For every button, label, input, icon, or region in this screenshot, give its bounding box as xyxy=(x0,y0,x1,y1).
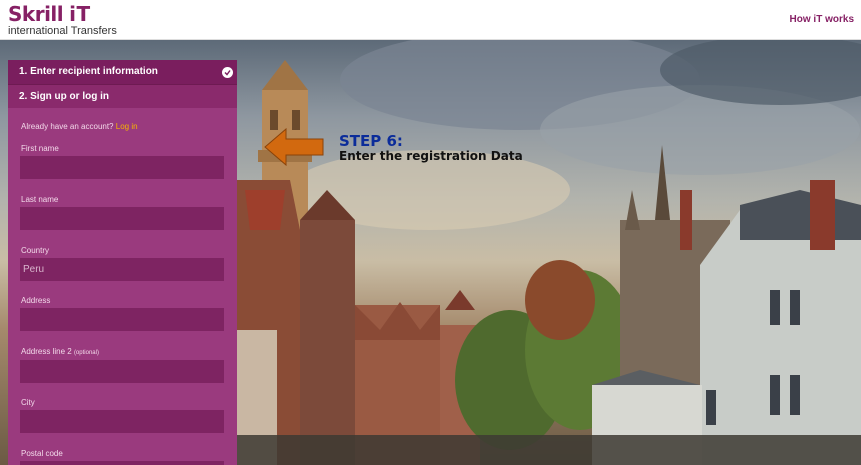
last-name-label: Last name xyxy=(21,195,59,204)
postal-code-label: Postal code xyxy=(21,449,63,458)
registration-panel: 1. Enter recipient information 2. Sign u… xyxy=(8,60,237,465)
logo-wordmark: Skrill iT xyxy=(8,3,91,25)
step-2-label: 2. Sign up or log in xyxy=(19,91,109,102)
address-label: Address xyxy=(21,296,51,305)
skrill-logo[interactable]: Skrill iT international Transfers xyxy=(7,3,117,39)
postal-code-field[interactable] xyxy=(20,461,224,465)
logo-brand: Skrill xyxy=(8,2,64,26)
first-name-label: First name xyxy=(21,144,59,153)
country-select[interactable]: Peru xyxy=(20,258,224,281)
city-field[interactable] xyxy=(20,410,224,433)
address-line-2-label-text: Address line 2 xyxy=(21,347,72,356)
first-name-field[interactable] xyxy=(20,156,224,179)
left-arrow-icon xyxy=(264,128,324,166)
address-line-2-field[interactable] xyxy=(20,360,224,383)
check-circle-icon xyxy=(222,67,233,78)
address-field[interactable] xyxy=(20,308,224,331)
how-it-works-link[interactable]: How iT works xyxy=(790,14,854,25)
step-signup-login[interactable]: 2. Sign up or log in xyxy=(8,84,237,108)
login-link[interactable]: Log in xyxy=(116,122,138,131)
logo-subtitle: international Transfers xyxy=(8,25,117,37)
callout-step-title: STEP 6: xyxy=(339,132,403,150)
last-name-field[interactable] xyxy=(20,207,224,230)
city-label: City xyxy=(21,398,35,407)
country-label: Country xyxy=(21,246,50,255)
top-header: Skrill iT international Transfers How iT … xyxy=(0,0,861,40)
step-recipient-info[interactable]: 1. Enter recipient information xyxy=(8,60,237,84)
optional-hint: (optional) xyxy=(73,350,99,356)
address-line-2-label: Address line 2 (optional) xyxy=(21,347,99,356)
step-1-label: 1. Enter recipient information xyxy=(19,66,158,77)
account-prompt-text: Already have an account? xyxy=(21,122,114,131)
account-prompt: Already have an account? Log in xyxy=(21,122,138,131)
callout-step-text: Enter the registration Data xyxy=(339,149,523,163)
logo-suffix: iT xyxy=(69,2,91,26)
